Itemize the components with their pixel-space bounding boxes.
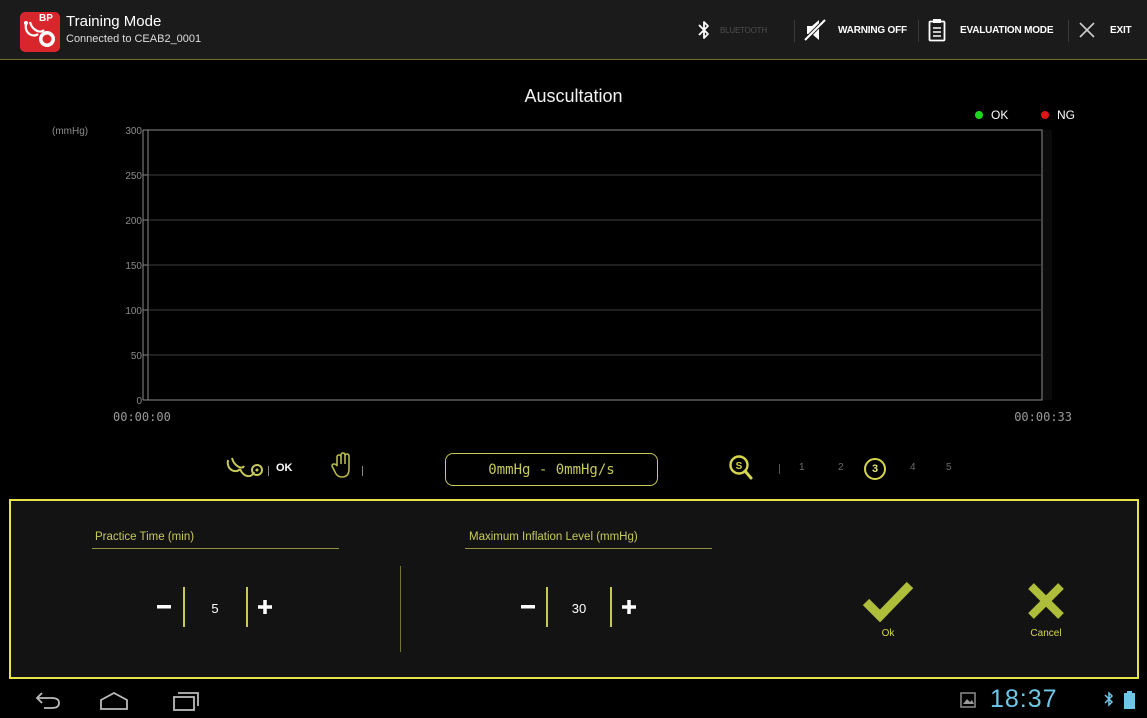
stepper-divider [546,587,548,627]
level-2[interactable]: 2 [838,462,844,473]
close-icon [1028,583,1064,619]
y-tick-label: 150 [125,261,142,272]
cancel-button[interactable]: Cancel [1016,580,1076,639]
level-3-selected[interactable]: 3 [864,458,886,480]
pressure-range-display: 0mmHg - 0mmHg/s [445,453,658,486]
cancel-label: Cancel [1030,628,1062,639]
svg-text:S: S [736,461,743,472]
stethoscope-status-text: OK [276,462,293,474]
y-tick-label: 250 [125,171,142,182]
y-axis-label: (mmHg) [52,126,88,137]
level-4[interactable]: 4 [910,462,916,473]
status-divider [268,466,269,476]
recent-apps-button[interactable] [170,690,202,717]
status-icons [1102,690,1142,715]
zoom-button[interactable]: S [728,454,754,487]
x-end-label: 00:00:33 [1014,410,1072,424]
practice-time-label: Practice Time (min) [95,531,195,543]
level-5[interactable]: 5 [946,462,952,473]
max-inflation-value[interactable]: 30 [559,601,599,616]
stepper-divider [183,587,185,627]
image-icon [960,692,976,708]
max-inflation-label: Maximum Inflation Level (mmHg) [469,531,638,543]
y-tick-label: 50 [131,351,143,362]
level-divider [779,464,780,474]
practice-time-underline [92,548,339,549]
hand-icon [331,452,350,478]
back-icon [35,692,60,709]
home-button[interactable] [98,690,130,717]
settings-panel [9,499,1139,679]
level-1[interactable]: 1 [799,462,805,473]
gallery-notification[interactable] [960,692,976,713]
x-start-label: 00:00:00 [113,410,171,424]
stethoscope-status-button[interactable] [224,454,266,489]
y-tick-label: 0 [136,396,142,407]
minus-icon [157,605,171,609]
stethoscope-icon [226,457,263,478]
practice-time-value[interactable]: 5 [195,601,235,616]
plus-icon [258,600,272,614]
practice-time-increment-button[interactable] [252,594,278,620]
max-inflation-increment-button[interactable] [616,594,642,620]
search-icon: S [729,455,753,480]
panel-divider [400,566,401,652]
stepper-divider [610,587,612,627]
clock: 18:37 [990,685,1058,713]
y-tick-label: 100 [125,306,142,317]
max-inflation-decrement-button[interactable] [515,594,541,620]
pressure-chart: 300 250 200 150 100 50 0 (mmHg) 00:00:00 00:00:33 [52,126,1072,424]
plot-shadow [1042,130,1052,400]
ok-button[interactable]: Ok [858,580,918,639]
y-tick-label: 200 [125,216,142,227]
checkmark-icon [862,581,914,622]
hand-status-button[interactable] [330,452,354,485]
y-tick-label: 300 [125,126,142,137]
practice-time-decrement-button[interactable] [151,594,177,620]
plus-icon [622,600,636,614]
status-divider [362,466,363,476]
ok-label: Ok [881,628,895,639]
minus-icon [521,605,535,609]
back-button[interactable] [34,690,62,715]
battery-icon [1104,691,1135,709]
home-icon [100,691,128,710]
stepper-divider [246,587,248,627]
recent-apps-icon [173,692,199,711]
max-inflation-underline [465,548,712,549]
